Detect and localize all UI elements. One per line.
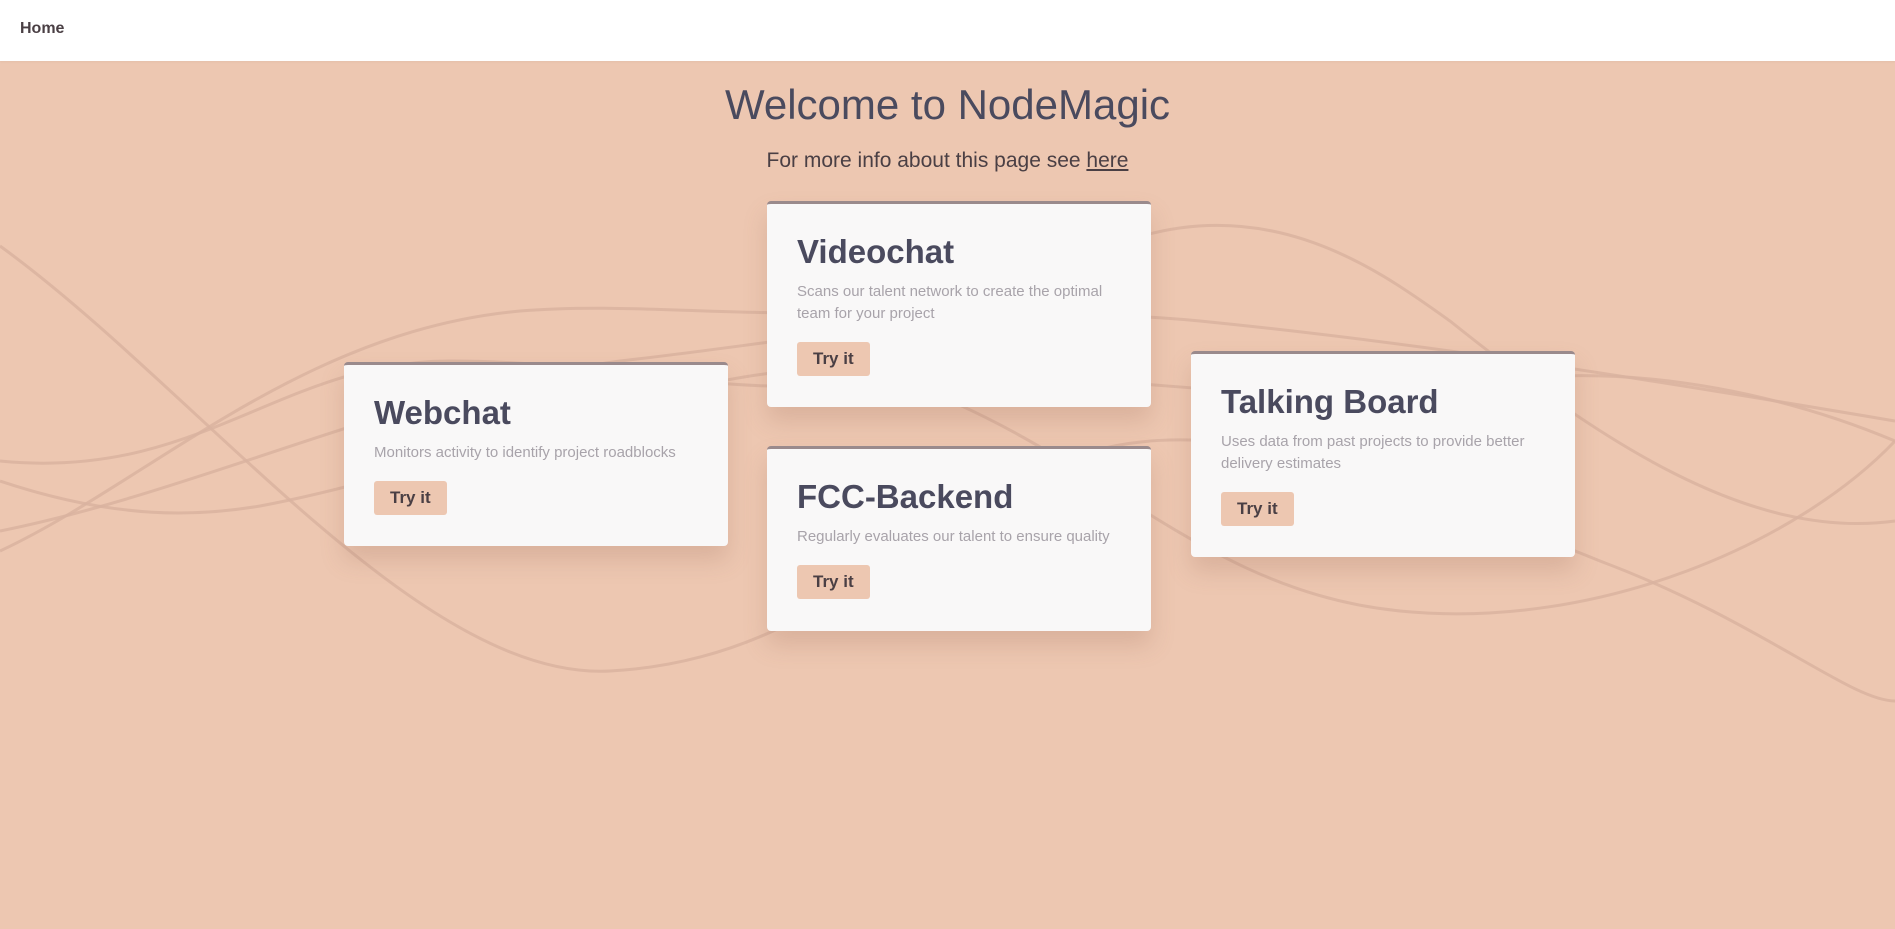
card-talking-board: Talking Board Uses data from past projec… [1191,351,1575,557]
card-title: Talking Board [1221,383,1439,420]
top-navbar: Home [0,0,1895,61]
try-it-button-fcc-backend[interactable]: Try it [797,565,870,599]
info-link[interactable]: here [1086,149,1128,172]
card-videochat: Videochat Scans our talent network to cr… [767,201,1151,407]
card-title: Webchat [374,394,511,431]
try-it-button-talking-board[interactable]: Try it [1221,492,1294,526]
card-description: Monitors activity to identify project ro… [374,444,676,461]
card-fcc-backend: FCC-Backend Regularly evaluates our tale… [767,446,1151,631]
card-description: Regularly evaluates our talent to ensure… [797,528,1110,545]
card-title: Videochat [797,233,955,270]
card-description: Uses data from past projects to provide … [1221,433,1525,472]
page-title: Welcome to NodeMagic [724,81,1171,128]
main-content: Welcome to NodeMagic For more info about… [0,61,1895,929]
try-it-button-webchat[interactable]: Try it [374,481,447,515]
subtitle-text: For more info about this page see [766,149,1081,172]
card-webchat: Webchat Monitors activity to identify pr… [344,362,728,546]
card-title: FCC-Backend [797,478,1014,515]
try-it-button-videochat[interactable]: Try it [797,342,870,376]
nav-home-link[interactable]: Home [20,20,64,38]
page-subtitle: For more info about this page see here [0,149,1895,173]
card-description: Scans our talent network to create the o… [797,283,1103,322]
